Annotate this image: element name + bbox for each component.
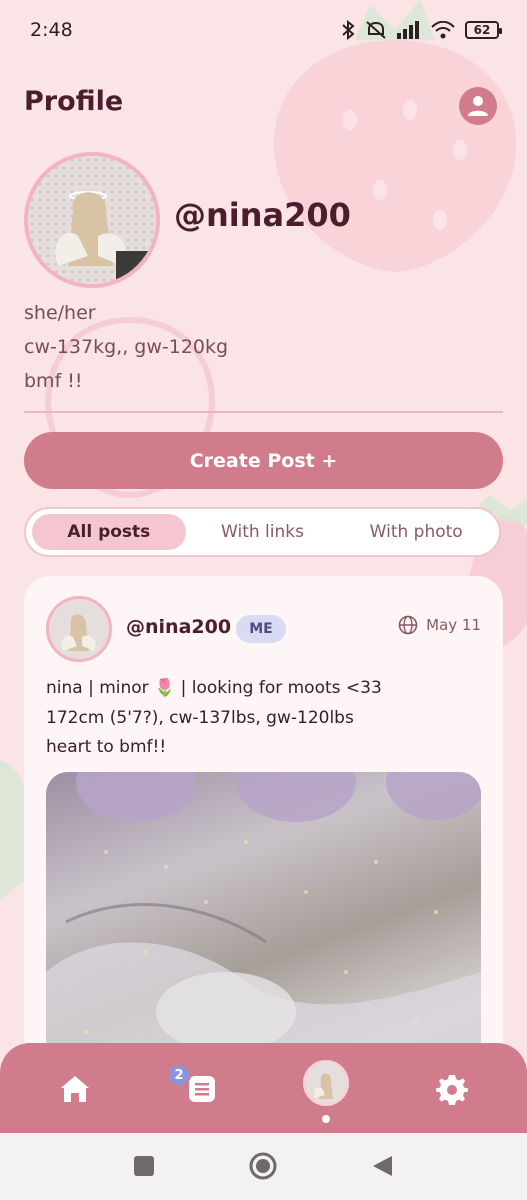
gear-icon xyxy=(436,1075,468,1105)
tab-with-links[interactable]: With links xyxy=(186,514,340,550)
signal-icon xyxy=(397,21,419,39)
tab-all-posts[interactable]: All posts xyxy=(32,514,186,550)
bottom-nav: 2 xyxy=(0,1043,527,1133)
messages-badge: 2 xyxy=(167,1063,191,1087)
circle-icon[interactable] xyxy=(248,1151,278,1181)
post-text-line: nina | minor 🌷 | looking for moots <33 xyxy=(46,678,382,698)
battery-icon: 62 xyxy=(465,21,502,39)
home-icon xyxy=(61,1076,89,1102)
profile-username: @nina200 xyxy=(174,196,351,234)
post-filter-tabs: All posts With links With photo xyxy=(24,507,501,557)
create-post-button[interactable]: Create Post + xyxy=(24,432,503,489)
back-icon[interactable] xyxy=(370,1154,394,1178)
status-time: 2:48 xyxy=(30,19,73,41)
globe-icon xyxy=(398,615,418,635)
nav-profile[interactable] xyxy=(303,1060,349,1106)
wifi-icon xyxy=(431,21,455,39)
post-card[interactable]: @nina200 ME May 11 nina | minor 🌷 | look… xyxy=(24,576,503,1096)
active-indicator xyxy=(322,1115,330,1123)
divider xyxy=(24,411,503,413)
system-nav-bar xyxy=(0,1133,527,1200)
mute-icon xyxy=(366,21,386,39)
post-author-avatar[interactable] xyxy=(46,596,112,662)
square-icon[interactable] xyxy=(133,1155,155,1177)
page-title: Profile xyxy=(24,86,124,117)
list-icon xyxy=(189,1076,215,1102)
profile-avatar[interactable] xyxy=(24,152,160,288)
me-badge: ME xyxy=(236,615,286,643)
post-date: May 11 xyxy=(426,616,481,634)
status-bar: 2:48 62 xyxy=(0,0,527,60)
tab-with-photo[interactable]: With photo xyxy=(339,514,493,550)
post-text-line: 172cm (5'7?), cw-137lbs, gw-120lbs xyxy=(46,708,354,728)
nav-home[interactable] xyxy=(51,1065,99,1113)
post-username[interactable]: @nina200 xyxy=(126,616,231,638)
user-circle-icon xyxy=(468,96,488,116)
post-meta: May 11 xyxy=(398,615,481,635)
bluetooth-icon xyxy=(342,20,355,40)
bio-line: she/her xyxy=(24,302,96,324)
account-button[interactable] xyxy=(459,87,497,125)
bio-line: bmf !! xyxy=(24,370,83,392)
nav-settings[interactable] xyxy=(428,1065,476,1113)
post-text-line: heart to bmf!! xyxy=(46,737,167,757)
bio-line: cw-137kg,, gw-120kg xyxy=(24,336,229,358)
